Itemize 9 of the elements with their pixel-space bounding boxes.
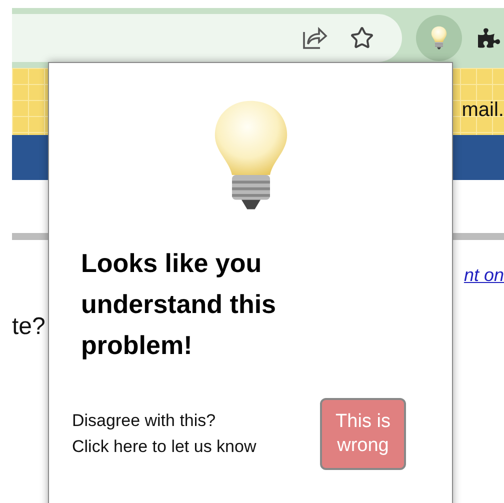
page-link[interactable]: nt on — [464, 262, 504, 289]
question-text: te? — [12, 313, 46, 340]
feedback-prompt: Disagree with this? Click here to let us know — [72, 410, 256, 458]
header-text: mail. — [462, 98, 504, 123]
share-icon[interactable] — [302, 26, 328, 50]
lightbulb-icon — [431, 26, 447, 50]
result-heading: Looks like you understand this problem! — [81, 247, 278, 362]
bookmark-star-icon[interactable] — [350, 26, 374, 50]
extensions-icon[interactable] — [478, 27, 500, 49]
